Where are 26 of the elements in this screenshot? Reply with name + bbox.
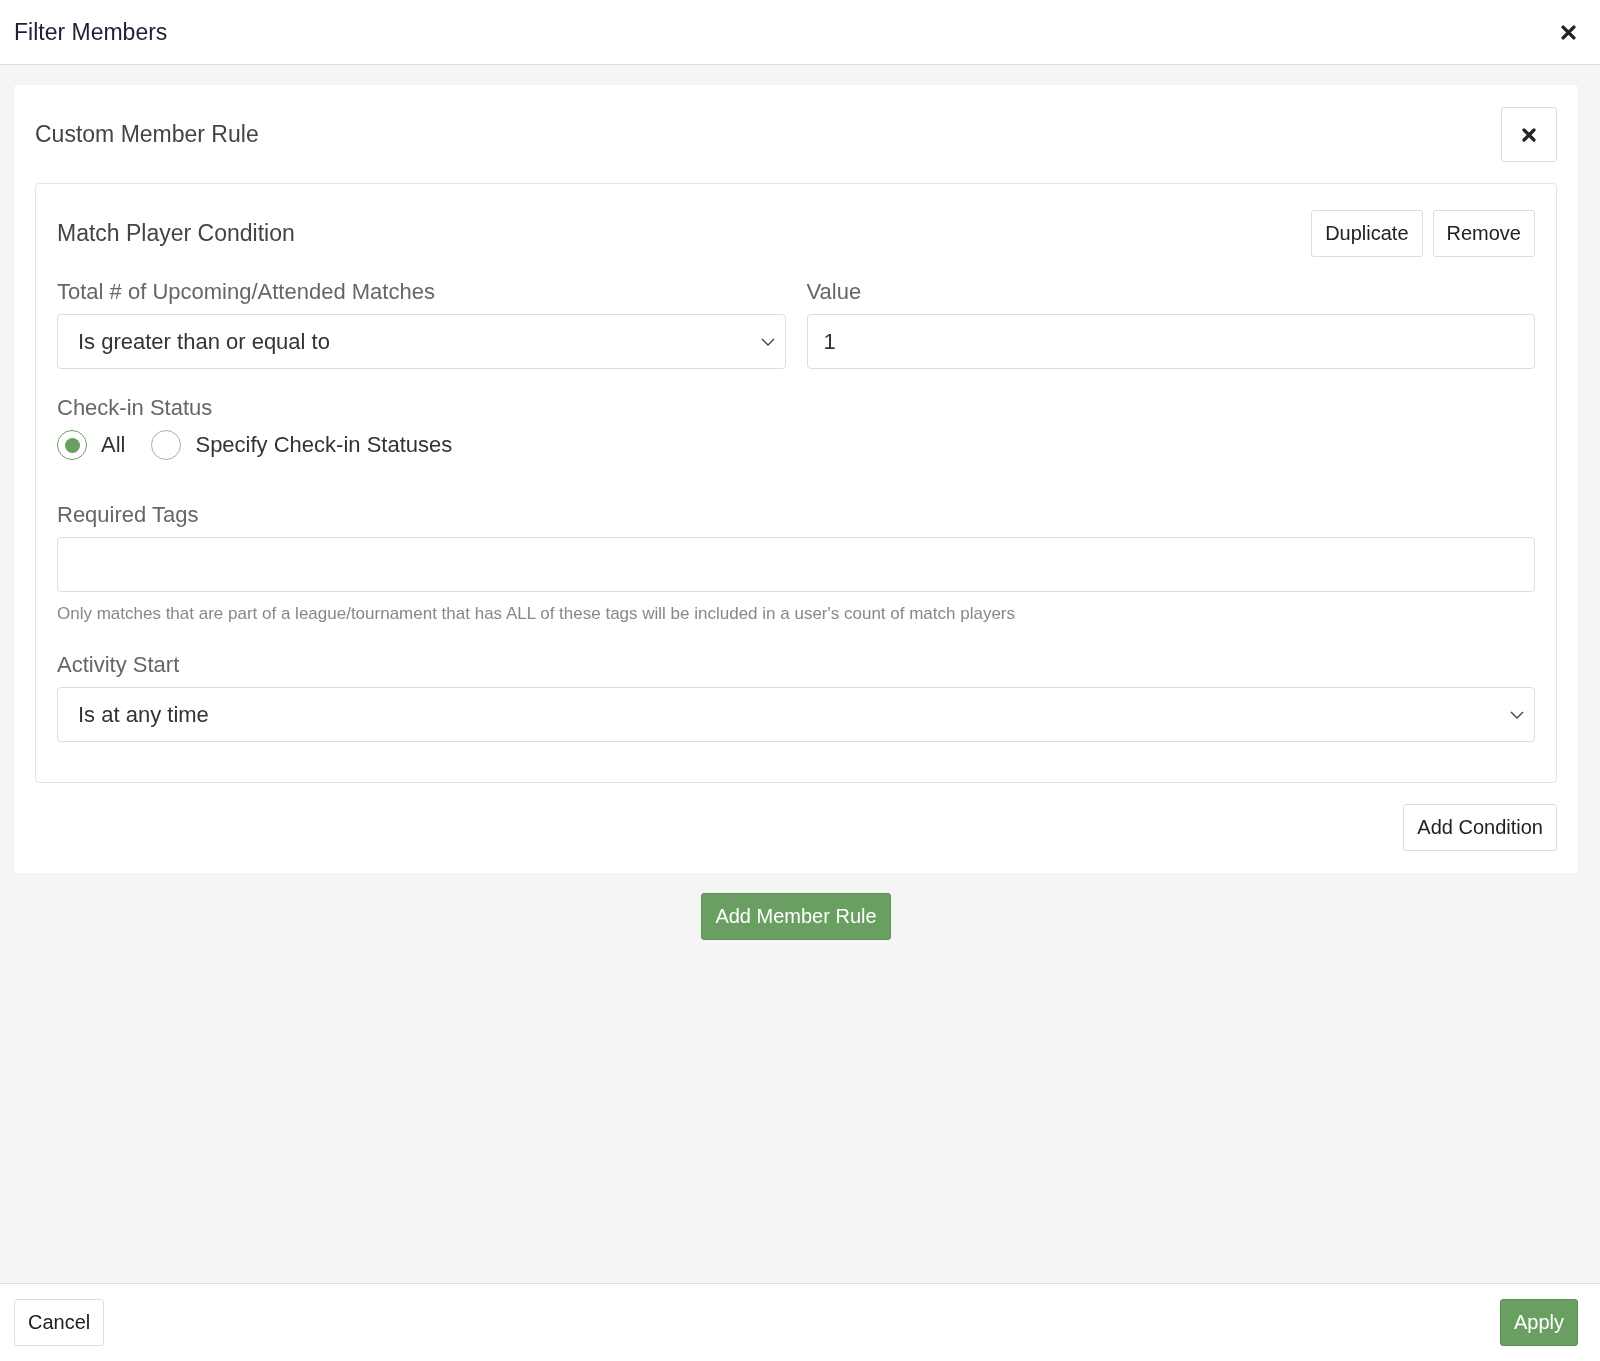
activity-select[interactable]: Is at any time (57, 687, 1535, 742)
field-label: Check-in Status (57, 395, 213, 421)
close-icon (1522, 127, 1536, 142)
add-condition-button[interactable]: Add Condition (1403, 804, 1557, 851)
radio-button[interactable] (151, 430, 182, 460)
rule-title: Custom Member Rule (35, 121, 259, 148)
chevron-icon (760, 337, 775, 346)
condition-title: Match Player Condition (57, 220, 295, 247)
radio-button[interactable] (57, 430, 87, 460)
close-button[interactable] (1501, 107, 1557, 162)
radio-label: Specify Check-in Statuses (195, 432, 453, 458)
dialog-title: Filter Members (14, 18, 168, 46)
comparison-select[interactable]: Is greater than or equal to (57, 314, 786, 369)
field-label: Total # of Upcoming/Attended Matches (57, 279, 435, 305)
radio-label: All (101, 432, 126, 458)
tags-input[interactable] (57, 537, 1535, 592)
cancel-button[interactable]: Cancel (14, 1299, 105, 1346)
close-icon[interactable] (1561, 24, 1576, 40)
chevron-icon (1510, 710, 1524, 719)
field-label: Activity Start (57, 652, 180, 678)
value-input[interactable]: 1 (806, 314, 1535, 369)
field-label: Required Tags (57, 502, 199, 528)
action-button[interactable]: Remove (1432, 210, 1535, 257)
help-text: Only matches that are part of a league/tournament that has ALL of these tags will be included in a user's count of match players (57, 604, 1015, 624)
action-button[interactable]: Duplicate (1311, 210, 1423, 257)
field-label: Value (806, 279, 862, 305)
